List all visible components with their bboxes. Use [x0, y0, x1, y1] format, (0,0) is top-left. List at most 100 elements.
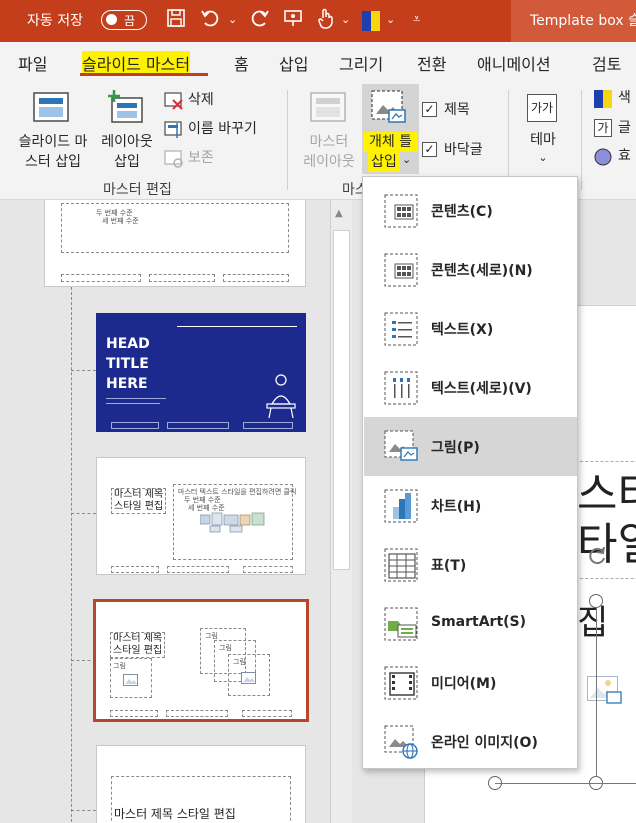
slide-thumbnail-master[interactable]: 두 번째 수준 세 번째 수준: [44, 200, 306, 287]
footer-placeholder: [61, 274, 141, 282]
footer-placeholder: [243, 566, 293, 573]
footer-placeholder: [111, 566, 159, 573]
menu-item-chart[interactable]: 차트(H): [364, 476, 577, 535]
tab-transitions[interactable]: 전환: [417, 51, 446, 75]
tab-review[interactable]: 검토: [592, 51, 621, 75]
insert-slide-master-button[interactable]: 슬라이드 마 스터 삽입: [8, 88, 98, 174]
footer-placeholder: [166, 710, 228, 717]
theme-dropdown-icon[interactable]: ⌄: [386, 8, 395, 32]
master-layout-icon: [310, 92, 346, 128]
menu-item-picture[interactable]: 그림(P): [364, 417, 577, 476]
redo-icon[interactable]: [248, 8, 270, 34]
title-checkbox[interactable]: ✓ 제목: [422, 100, 492, 120]
selection-border: [596, 608, 597, 776]
title-checkbox-label: 제목: [444, 102, 470, 118]
colors-label: 색: [618, 90, 631, 106]
touch-icon[interactable]: [316, 8, 336, 36]
toggle-knob: [106, 14, 117, 25]
presenter-icon[interactable]: [283, 8, 303, 34]
picture-placeholder-icon: [384, 430, 418, 464]
title-line: 마스터 제목: [114, 489, 164, 500]
menu-item-text-vertical[interactable]: 텍스트(세로)(V): [364, 358, 577, 417]
fonts-button[interactable]: 가 글: [594, 118, 636, 140]
effects-button[interactable]: 효: [594, 146, 636, 168]
title-text: 마스터 제목 스타일 편집: [114, 807, 236, 821]
picture-icon: [587, 676, 625, 712]
menu-item-table[interactable]: 표(T): [364, 535, 577, 594]
chart-placeholder-icon: [384, 489, 418, 523]
master-layout-label-2: 레이아웃: [303, 154, 355, 170]
touch-dropdown-icon[interactable]: ⌄: [341, 8, 350, 32]
content-placeholder: 마스터 텍스트 스타일을 편집하려면 클릭 두 번째 수준 세 번째 수준: [173, 484, 296, 560]
subtitle-line: [106, 398, 166, 399]
preserve-button: 보존: [164, 148, 234, 170]
level3-text: 세 번째 수준: [102, 217, 139, 225]
menu-item-content-vertical[interactable]: 콘텐츠(세로)(N): [364, 240, 577, 299]
group-label-master-edit: 마스터 편집: [103, 182, 172, 198]
delete-label: 삭제: [188, 92, 214, 108]
tab-slide-master[interactable]: 슬라이드 마스터: [82, 51, 191, 75]
tab-insert[interactable]: 삽입: [279, 51, 308, 75]
master-layout-label-1: 마스터: [309, 134, 349, 150]
slide-thumbnail-panel: 두 번째 수준 세 번째 수준 HEAD TITLE HERE 마스터 제목 스…: [0, 200, 330, 823]
fonts-icon: 가: [594, 119, 612, 137]
footer-placeholder: [242, 710, 292, 717]
title-line: 마스터 제목: [113, 633, 163, 644]
undo-icon[interactable]: [200, 8, 222, 34]
thumbnail-scrollbar[interactable]: ▲: [330, 200, 352, 823]
resize-handle[interactable]: [589, 594, 603, 608]
scroll-thumb[interactable]: [333, 230, 350, 570]
menu-item-label: 온라인 이미지(O): [431, 735, 538, 751]
autosave-label: 자동 저장: [27, 13, 83, 29]
menu-item-smartart[interactable]: SmartArt(S): [364, 594, 577, 653]
slide-thumbnail-selected[interactable]: 마스터 제목 스타일 편집 그림 그림 그림 그림: [93, 599, 309, 722]
picture-label: 그림: [113, 662, 126, 670]
content-placeholder: 두 번째 수준 세 번째 수준: [61, 203, 289, 253]
insert-layout-button[interactable]: 레이아웃 삽입: [96, 88, 158, 174]
tree-connector: [71, 513, 96, 514]
save-icon[interactable]: [166, 8, 186, 34]
text-placeholder-icon: [384, 312, 418, 346]
slide-thumbnail-content-layout[interactable]: 마스터 제목 스타일 편집 마스터 텍스트 스타일을 편집하려면 클릭 두 번째…: [96, 457, 306, 575]
scroll-up-icon[interactable]: ▲: [335, 208, 343, 219]
title-line: 스타일 편집: [114, 501, 164, 512]
insert-placeholder-menu: 콘텐츠(C) 콘텐츠(세로)(N) 텍스트(X) 텍스트(세로)(V) 그림(P…: [362, 176, 578, 769]
customize-icon[interactable]: ⩡: [413, 8, 420, 32]
fonts-label: 글: [618, 120, 631, 136]
footer-placeholder: [111, 422, 159, 429]
menu-item-text[interactable]: 텍스트(X): [364, 299, 577, 358]
subtitle-line: [106, 403, 160, 404]
tree-connector: [71, 810, 96, 811]
tab-home[interactable]: 홈: [234, 51, 249, 75]
insert-placeholder-button[interactable]: 개체 틀 삽입 ⌄: [362, 84, 419, 174]
rename-button[interactable]: 이름 바꾸기: [164, 119, 274, 141]
slide-thumbnail-title-layout[interactable]: HEAD TITLE HERE: [96, 313, 306, 432]
theme-button[interactable]: 가가 테마 ⌄: [518, 90, 568, 176]
menu-item-label: 그림(P): [431, 440, 480, 456]
colors-button[interactable]: 색: [594, 88, 636, 110]
insert-placeholder-icon: [371, 90, 409, 132]
preserve-label: 보존: [188, 150, 214, 166]
menu-item-content[interactable]: 콘텐츠(C): [364, 181, 577, 240]
insert-placeholder-label-2: 삽입: [368, 152, 400, 172]
delete-button[interactable]: 삭제: [164, 90, 234, 112]
ribbon-separator: [581, 90, 582, 190]
tab-draw[interactable]: 그리기: [339, 51, 383, 75]
menu-item-media[interactable]: 미디어(M): [364, 653, 577, 712]
tree-connector: [71, 370, 96, 371]
tab-file[interactable]: 파일: [18, 51, 47, 75]
title-text-line-1: 스터: [577, 469, 636, 520]
rotate-handle-icon[interactable]: [586, 545, 608, 571]
undo-dropdown-icon[interactable]: ⌄: [228, 8, 237, 32]
slide-thumbnail-title-only[interactable]: 마스터 제목 스타일 편집: [96, 745, 306, 823]
effects-label: 효: [618, 148, 631, 164]
autosave-toggle[interactable]: 끔: [101, 10, 147, 30]
menu-item-label: 표(T): [431, 558, 467, 574]
tab-animations[interactable]: 애니메이션: [477, 51, 551, 75]
active-tab-underline: [80, 73, 208, 76]
title-placeholder: 마스터 제목 스타일 편집: [111, 776, 291, 823]
footer-checkbox[interactable]: ✓ 바닥글: [422, 140, 502, 160]
picture-label: 그림: [219, 644, 232, 652]
menu-item-online-image[interactable]: 온라인 이미지(O): [364, 712, 577, 771]
theme-color-icon[interactable]: [362, 11, 380, 37]
